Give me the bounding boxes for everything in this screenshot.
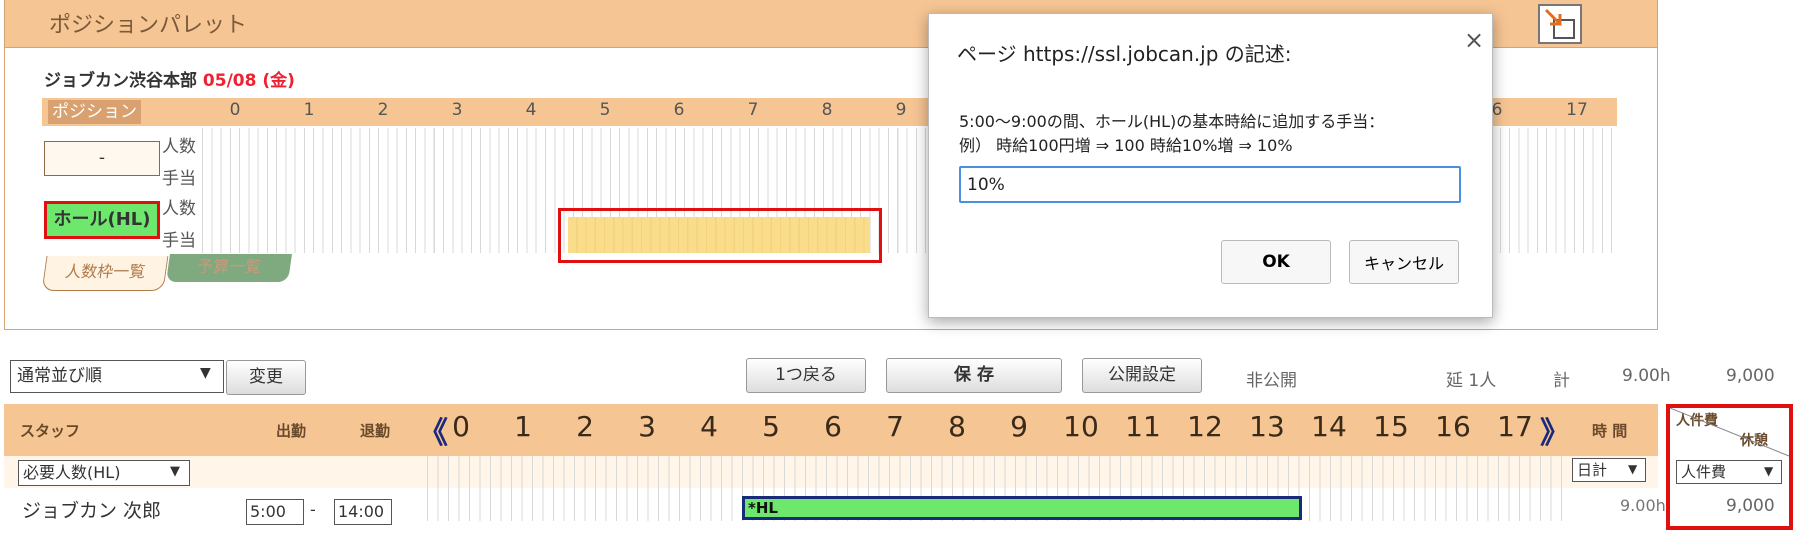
hour-header: 2: [576, 410, 594, 443]
total-cost: 9,000: [1726, 366, 1775, 386]
close-icon[interactable]: ×: [1464, 26, 1484, 54]
dialog-message-line2: 例） 時給100円増 ⇒ 100 時給10%増 ⇒ 10%: [959, 136, 1293, 155]
hour-header: 11: [1125, 410, 1161, 443]
palette-title: ポジションパレット: [49, 13, 248, 38]
time-column-header: 時 間: [1592, 422, 1628, 440]
store-name: ジョブカン渋谷本部: [44, 71, 197, 91]
position-hall[interactable]: ホール(HL): [44, 201, 160, 239]
hour-header: 5: [762, 410, 780, 443]
store-date: 05/08 (金): [202, 71, 295, 91]
staff-hours: 9.00h: [1620, 496, 1666, 515]
total-people: 延 1人: [1446, 371, 1497, 391]
hour-header: 0: [452, 410, 470, 443]
end-column-header: 退勤: [360, 422, 391, 440]
dialog-title: ページ https://ssl.jobcan.jp の記述:: [957, 42, 1292, 66]
hour-header: 13: [1249, 410, 1285, 443]
store-date-line: ジョブカン渋谷本部 05/08 (金): [44, 66, 295, 91]
hour-header: 14: [1311, 410, 1347, 443]
hour-header: 16: [1435, 410, 1471, 443]
chevron-down-icon: ▼: [1628, 462, 1638, 476]
publish-status: 非公開: [1246, 371, 1297, 391]
hour-header: 3: [638, 410, 656, 443]
hour-header: 17: [1497, 410, 1533, 443]
hour-header: 9: [1010, 410, 1028, 443]
allowance-highlight-outline: [558, 208, 882, 263]
hour-label: 2: [377, 100, 389, 120]
hour-label: 3: [451, 100, 463, 120]
cancel-button[interactable]: キャンセル: [1349, 240, 1459, 284]
cost-highlight-outline: [1666, 404, 1793, 530]
hour-header: 4: [700, 410, 718, 443]
sort-order-select[interactable]: 通常並び順: [10, 360, 224, 393]
change-button[interactable]: 変更: [226, 360, 306, 395]
position-slot-empty[interactable]: -: [44, 141, 160, 176]
tab-headcount-list[interactable]: 人数枠一覧: [41, 256, 169, 291]
hour-label: 9: [895, 100, 907, 120]
hour-label: 17: [1566, 100, 1588, 120]
tab-budget-list[interactable]: 予算一覧: [166, 254, 292, 282]
shift-bar[interactable]: *HL: [742, 496, 1302, 520]
hour-label: 1: [303, 100, 315, 120]
ok-button[interactable]: OK: [1221, 240, 1331, 284]
row-label-allowance: 手当: [162, 226, 196, 251]
save-button[interactable]: 保 存: [886, 358, 1062, 393]
dialog-message-line1: 5:00～9:00の間、ホール(HL)の基本時給に追加する手当：: [959, 112, 1385, 131]
total-hours: 9.00h: [1622, 366, 1671, 386]
prompt-dialog: ページ https://ssl.jobcan.jp の記述: × 5:00～9:…: [928, 13, 1493, 318]
hour-label: 7: [747, 100, 759, 120]
palette-toggle-icon[interactable]: [1538, 4, 1582, 44]
row-label-allowance: 手当: [162, 164, 196, 189]
hour-header: 8: [948, 410, 966, 443]
hour-label: 4: [525, 100, 537, 120]
hour-header: 7: [886, 410, 904, 443]
chevron-down-icon: ▼: [170, 464, 180, 479]
hour-header: 1: [514, 410, 532, 443]
chevron-down-icon: ▼: [200, 365, 211, 381]
undo-button[interactable]: 1つ戻る: [746, 358, 866, 393]
hour-label: 6: [673, 100, 685, 120]
staff-column-header: スタッフ: [20, 422, 81, 440]
staff-name[interactable]: ジョブカン 次郎: [22, 496, 161, 523]
end-time-field[interactable]: 14:00: [334, 499, 392, 525]
hour-header: 6: [824, 410, 842, 443]
row-label-count: 人数: [162, 132, 196, 157]
hour-label: 5: [599, 100, 611, 120]
start-column-header: 出勤: [276, 422, 307, 440]
time-separator: -: [310, 500, 316, 519]
hour-header: 10: [1063, 410, 1099, 443]
publish-settings-button[interactable]: 公開設定: [1082, 358, 1202, 393]
hour-header: 15: [1373, 410, 1409, 443]
hour-header: 12: [1187, 410, 1223, 443]
next-hours-icon[interactable]: 》: [1540, 408, 1570, 452]
hour-label: 0: [229, 100, 241, 120]
allowance-input[interactable]: [959, 166, 1461, 203]
start-time-field[interactable]: 5:00: [246, 499, 304, 525]
total-label: 計: [1553, 371, 1570, 391]
row-label-count: 人数: [162, 194, 196, 219]
hour-label: 8: [821, 100, 833, 120]
required-headcount-select[interactable]: 必要人数(HL): [18, 460, 190, 486]
position-header-label: ポジション: [48, 100, 141, 124]
